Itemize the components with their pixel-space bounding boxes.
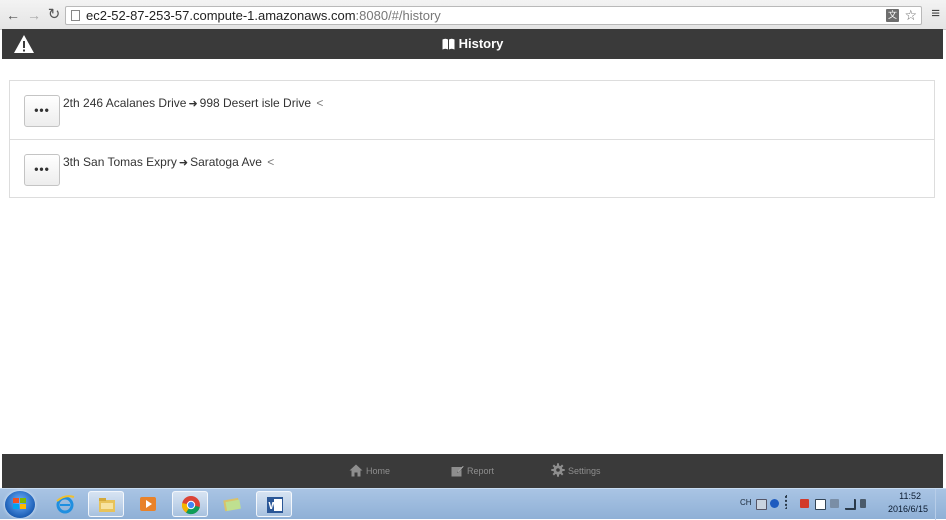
taskbar-word[interactable]: W xyxy=(256,491,292,517)
language-indicator[interactable]: CH xyxy=(740,498,752,507)
chevron-left-icon[interactable]: < xyxy=(316,96,323,110)
chrome-icon xyxy=(181,496,200,515)
internet-explorer-icon xyxy=(56,495,75,514)
help-icon[interactable] xyxy=(770,499,779,508)
volume-icon[interactable] xyxy=(860,499,866,508)
page-title-label: History xyxy=(458,36,504,51)
show-desktop-button[interactable] xyxy=(935,489,946,520)
report-icon xyxy=(451,466,464,477)
address-bar[interactable]: ec2-52-87-253-57.compute-1.amazonaws.com… xyxy=(65,6,922,25)
options-icon[interactable] xyxy=(785,495,792,509)
taskbar-media-player[interactable] xyxy=(130,491,166,517)
clock-time[interactable]: 11:52 xyxy=(899,491,921,501)
taskbar-internet-explorer[interactable] xyxy=(47,491,83,517)
back-arrow-icon[interactable]: ← xyxy=(5,6,21,24)
keyboard-icon[interactable] xyxy=(756,499,767,510)
history-list: ••• 2th 246 Acalanes Drive ➜ 998 Desert is… xyxy=(9,80,935,198)
tab-report[interactable]: Report xyxy=(451,454,494,488)
history-item[interactable]: ••• 2th 246 Acalanes Drive ➜ 998 Desert is… xyxy=(10,81,934,139)
url-host: ec2-52-87-253-57.compute-1.amazonaws.com xyxy=(86,8,356,23)
route-from: 246 Acalanes Drive xyxy=(83,96,187,110)
more-button[interactable]: ••• xyxy=(24,154,60,186)
history-item[interactable]: ••• 3th San Tomas Expry ➜ Saratoga Ave < xyxy=(10,139,934,197)
url-text[interactable]: ec2-52-87-253-57.compute-1.amazonaws.com… xyxy=(86,8,441,24)
signal-icon[interactable] xyxy=(845,499,856,510)
system-tray: CH 11:52 2016/6/15 xyxy=(734,489,946,520)
os-taskbar: W CH 11:52 2016/6/15 xyxy=(0,488,946,520)
browser-toolbar: ← → ↻ ec2-52-87-253-57.compute-1.amazona… xyxy=(0,0,946,30)
chevron-left-icon[interactable]: < xyxy=(267,155,274,169)
reload-icon[interactable]: ↻ xyxy=(46,6,62,24)
translate-icon[interactable]: 文 xyxy=(886,9,899,22)
arrow-right-icon: ➜ xyxy=(188,98,198,110)
folder-open-icon xyxy=(223,497,241,512)
folder-icon xyxy=(99,498,115,512)
app-header: History xyxy=(2,29,943,59)
arrow-right-icon: ➜ xyxy=(178,157,189,169)
tab-settings[interactable]: Settings xyxy=(551,454,601,488)
tab-home-label: Home xyxy=(366,466,391,476)
main-content: ••• 2th 246 Acalanes Drive ➜ 998 Desert is… xyxy=(2,59,943,454)
start-button[interactable] xyxy=(5,491,35,518)
route-from: San Tomas Expry xyxy=(83,155,177,169)
more-button[interactable]: ••• xyxy=(24,95,60,127)
route-prefix: 3th xyxy=(63,155,80,169)
book-icon xyxy=(442,38,455,50)
route-to: 998 Desert isle Drive xyxy=(199,96,312,110)
page-title: History xyxy=(2,29,943,59)
route-to: Saratoga Ave xyxy=(190,155,262,169)
media-player-icon xyxy=(140,497,156,511)
taskbar-chrome[interactable] xyxy=(172,491,208,517)
browser-menu-icon[interactable]: ≡ xyxy=(931,5,940,23)
svg-text:W: W xyxy=(269,501,279,512)
security-alert-icon[interactable] xyxy=(800,499,809,508)
gear-icon xyxy=(551,463,565,477)
word-icon: W xyxy=(267,497,283,513)
home-icon xyxy=(349,464,363,477)
network-device-icon[interactable] xyxy=(830,499,839,508)
forward-arrow-icon[interactable]: → xyxy=(26,6,42,24)
tab-report-label: Report xyxy=(467,466,495,476)
clock-date[interactable]: 2016/6/15 xyxy=(888,504,928,514)
route-prefix: 2th xyxy=(63,96,80,110)
bookmark-star-icon[interactable]: ☆ xyxy=(904,7,917,24)
tab-settings-label: Settings xyxy=(568,466,601,476)
taskbar-file-explorer[interactable] xyxy=(88,491,124,517)
tab-home[interactable]: Home xyxy=(349,454,390,488)
route-text[interactable]: 2th 246 Acalanes Drive ➜ 998 Desert isle D… xyxy=(63,96,323,111)
windows-logo-icon xyxy=(13,498,27,511)
page-icon xyxy=(71,10,80,21)
taskbar-folder[interactable] xyxy=(214,491,250,517)
url-path: :8080/#/history xyxy=(355,8,441,23)
tab-bar: Home Report Settings xyxy=(2,454,943,488)
route-text[interactable]: 3th San Tomas Expry ➜ Saratoga Ave < xyxy=(63,155,274,170)
windows-flag-icon[interactable] xyxy=(815,499,826,510)
